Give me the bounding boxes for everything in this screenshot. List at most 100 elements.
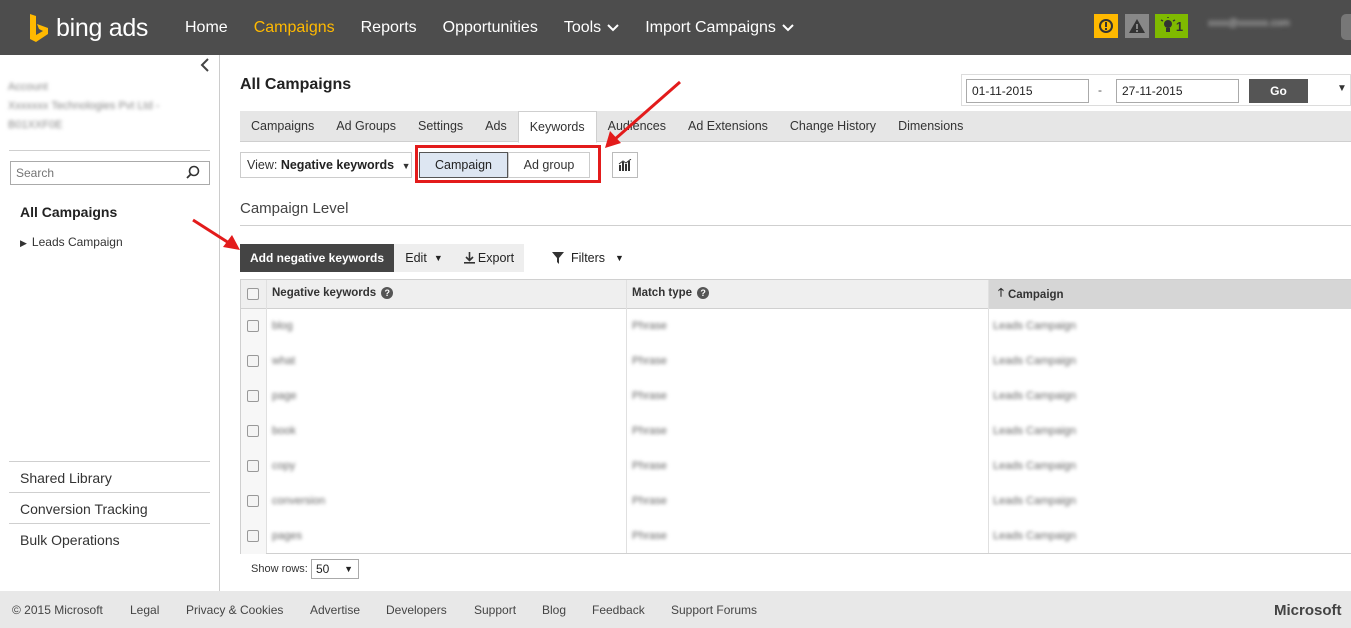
tab-dimensions[interactable]: Dimensions [887,111,974,141]
user-email[interactable]: xxxx@xxxxxx.com [1208,18,1290,29]
notification-alert-icon[interactable] [1094,14,1118,38]
row-checkbox[interactable] [247,495,259,507]
tab-settings[interactable]: Settings [407,111,474,141]
export-button[interactable]: Export [454,244,524,272]
download-icon [463,252,475,264]
row-checkbox[interactable] [247,530,259,542]
cell-match-type: Phrase [632,425,667,437]
nav-import-campaigns[interactable]: Import Campaigns [645,19,794,37]
cell-campaign: Leads Campaign [993,495,1077,507]
footer: © 2015 Microsoft Legal Privacy & Cookies… [0,591,1351,628]
tab-campaigns[interactable]: Campaigns [240,111,325,141]
header-match-type[interactable]: Match type? [632,287,710,299]
section-divider [240,225,1351,226]
collapse-sidebar-icon[interactable] [200,58,210,77]
cell-negative-keyword: conversion [272,495,326,507]
account-label: Account [8,81,48,93]
sidebar-shared-library[interactable]: Shared Library [20,470,112,486]
footer-legal-link[interactable]: Legal [130,603,159,617]
show-rows-value: 50 [316,562,330,576]
nav-opportunities[interactable]: Opportunities [443,19,538,37]
level-campaign-button[interactable]: Campaign [419,152,508,178]
row-checkbox[interactable] [247,460,259,472]
footer-blog-link[interactable]: Blog [542,603,566,617]
nav-reports[interactable]: Reports [361,19,417,37]
sidebar-divider [9,523,210,524]
sidebar-all-campaigns[interactable]: All Campaigns [20,204,117,220]
header-negative-keywords[interactable]: Negative keywords? [272,287,394,299]
sidebar-search-input[interactable] [10,161,210,185]
date-from-input[interactable] [966,79,1089,103]
gear-warning-icon [1099,19,1113,33]
edit-button[interactable]: Edit ▼ [394,244,454,272]
nav-tools-label: Tools [563,18,602,36]
footer-privacy-link[interactable]: Privacy & Cookies [186,603,283,617]
sidebar-campaign-item[interactable]: ▶ Leads Campaign [20,235,123,249]
row-checkbox[interactable] [247,425,259,437]
tab-change-history[interactable]: Change History [779,111,887,141]
tab-ads[interactable]: Ads [474,111,518,141]
nav-campaigns[interactable]: Campaigns [254,19,335,37]
chevron-down-icon [782,23,794,31]
tab-keywords[interactable]: Keywords [517,111,597,143]
sidebar-bulk-operations[interactable]: Bulk Operations [20,532,120,548]
level-adgroup-button[interactable]: Ad group [508,152,590,178]
column-divider [988,280,989,553]
tab-ad-groups[interactable]: Ad Groups [325,111,407,141]
cell-negative-keyword: pages [272,530,302,542]
footer-advertise-link[interactable]: Advertise [310,603,360,617]
select-all-checkbox[interactable] [247,288,259,300]
chevron-down-icon [607,23,619,31]
warning-triangle-icon[interactable] [1125,14,1149,38]
cell-negative-keyword: book [272,425,296,437]
sidebar-conversion-tracking[interactable]: Conversion Tracking [20,501,148,517]
row-checkbox[interactable] [247,390,259,402]
sidebar-divider [9,150,210,151]
caret-right-icon[interactable]: ▶ [20,238,27,248]
cell-negative-keyword: copy [272,460,296,472]
bing-ads-logo[interactable]: bing ads [28,12,148,44]
account-id: B01XXF0E [8,119,63,131]
sidebar: Account Xxxxxxx Technologies Pvt Ltd - B… [0,55,220,591]
footer-feedback-link[interactable]: Feedback [592,603,645,617]
header-keyword-label: Negative keywords [272,287,377,299]
row-checkbox[interactable] [247,320,259,332]
cell-match-type: Phrase [632,355,667,367]
chart-toggle-button[interactable] [612,152,638,178]
caret-down-icon: ▼ [615,253,624,263]
account-menu-handle[interactable] [1341,14,1351,40]
show-rows-select[interactable]: 50 ▼ [311,559,359,579]
opportunity-lightbulb-icon[interactable]: 1 [1155,14,1188,38]
cell-match-type: Phrase [632,460,667,472]
view-selector[interactable]: View: Negative keywords ▼ [240,152,412,178]
cell-match-type: Phrase [632,495,667,507]
nav-tools[interactable]: Tools [564,19,619,37]
help-icon[interactable]: ? [697,287,710,299]
row-checkbox[interactable] [247,355,259,367]
nav-import-label: Import Campaigns [645,18,776,36]
help-icon[interactable]: ? [381,287,394,299]
bar-chart-icon [618,159,632,171]
cell-campaign: Leads Campaign [993,530,1077,542]
filters-button[interactable]: Filters ▼ [552,244,632,272]
header-campaign[interactable]: 🡑 Campaign [998,285,1064,304]
nav-opportunities-label: Opportunities [442,18,538,36]
search-icon[interactable] [186,165,200,184]
footer-developers-link[interactable]: Developers [386,603,447,617]
view-label: View: [247,158,278,172]
date-range-picker: - Go ▼ [961,74,1351,106]
add-negative-keywords-button[interactable]: Add negative keywords [240,244,394,272]
nav-home[interactable]: Home [185,19,228,37]
footer-support-link[interactable]: Support [474,603,516,617]
footer-support-forums-link[interactable]: Support Forums [671,603,757,617]
section-title: Campaign Level [240,200,349,217]
tab-ad-extensions[interactable]: Ad Extensions [677,111,779,141]
cell-negative-keyword: what [272,355,296,367]
go-button[interactable]: Go [1249,79,1308,103]
date-to-input[interactable] [1116,79,1239,103]
tab-audiences[interactable]: Audiences [597,111,677,141]
bing-logo-icon [30,14,48,42]
cell-negative-keyword: page [272,390,297,402]
date-dropdown-caret-icon[interactable]: ▼ [1337,83,1347,94]
cell-campaign: Leads Campaign [993,390,1077,402]
